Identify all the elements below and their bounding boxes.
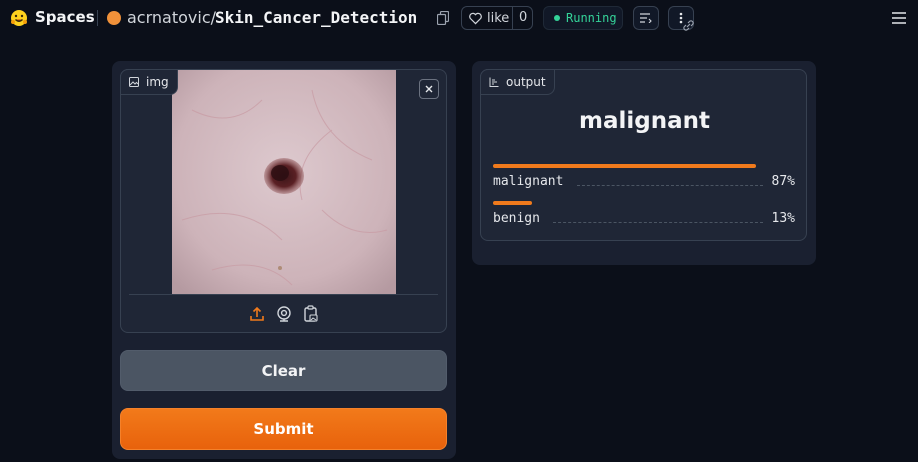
top-bar: Spaces acrnatovic/ Skin_Cancer_Detection… bbox=[0, 0, 918, 38]
webcam-icon[interactable] bbox=[276, 305, 292, 323]
spaces-link[interactable]: Spaces bbox=[35, 8, 95, 26]
like-button[interactable]: like 0 bbox=[461, 6, 533, 30]
confidence-label: benign bbox=[493, 211, 540, 226]
label-output: output malignant malignant 87% benign 13… bbox=[480, 69, 807, 241]
status-dot bbox=[554, 15, 560, 21]
confidence-leader bbox=[577, 185, 763, 186]
confidence-bar bbox=[493, 201, 532, 205]
copy-icon[interactable] bbox=[437, 11, 449, 25]
label-icon bbox=[489, 77, 499, 87]
confidence-bar bbox=[493, 164, 756, 168]
upload-icon[interactable] bbox=[249, 305, 265, 323]
output-label: output bbox=[480, 69, 555, 95]
confidence-row[interactable]: benign 13% bbox=[493, 211, 795, 229]
close-icon bbox=[425, 85, 433, 93]
like-label: like bbox=[487, 10, 510, 26]
like-count: 0 bbox=[519, 10, 528, 25]
menu-icon[interactable] bbox=[892, 12, 906, 24]
image-input[interactable]: img bbox=[120, 69, 447, 333]
image-icon bbox=[129, 77, 139, 87]
image-input-label: img bbox=[120, 69, 178, 95]
image-input-label-text: img bbox=[146, 75, 169, 89]
status-badge[interactable]: Running bbox=[543, 6, 623, 30]
owner-avatar[interactable] bbox=[107, 11, 121, 25]
like-divider bbox=[512, 7, 513, 29]
logs-button[interactable] bbox=[633, 6, 659, 30]
clipboard-icon[interactable] bbox=[303, 305, 319, 323]
header-divider bbox=[97, 10, 98, 26]
predicted-label: malignant bbox=[579, 108, 710, 134]
logs-icon bbox=[640, 13, 652, 23]
repo-name[interactable]: Skin_Cancer_Detection bbox=[215, 8, 417, 27]
status-text: Running bbox=[566, 11, 617, 25]
confidence-percent: 87% bbox=[771, 174, 795, 189]
confidence-percent: 13% bbox=[771, 211, 795, 226]
confidence-leader bbox=[553, 222, 763, 223]
link-icon[interactable] bbox=[682, 19, 695, 32]
clear-button[interactable]: Clear bbox=[120, 350, 447, 391]
owner-link[interactable]: acrnatovic/ bbox=[127, 8, 216, 27]
submit-button[interactable]: Submit bbox=[120, 408, 447, 450]
heart-icon bbox=[469, 12, 482, 24]
clear-image-button[interactable] bbox=[419, 79, 439, 99]
confidence-label: malignant bbox=[493, 174, 564, 189]
confidence-row[interactable]: malignant 87% bbox=[493, 174, 795, 192]
skin-lesion-image bbox=[172, 70, 396, 294]
huggingface-logo-icon[interactable] bbox=[10, 9, 28, 27]
output-label-text: output bbox=[506, 75, 546, 89]
image-source-divider bbox=[129, 294, 438, 295]
